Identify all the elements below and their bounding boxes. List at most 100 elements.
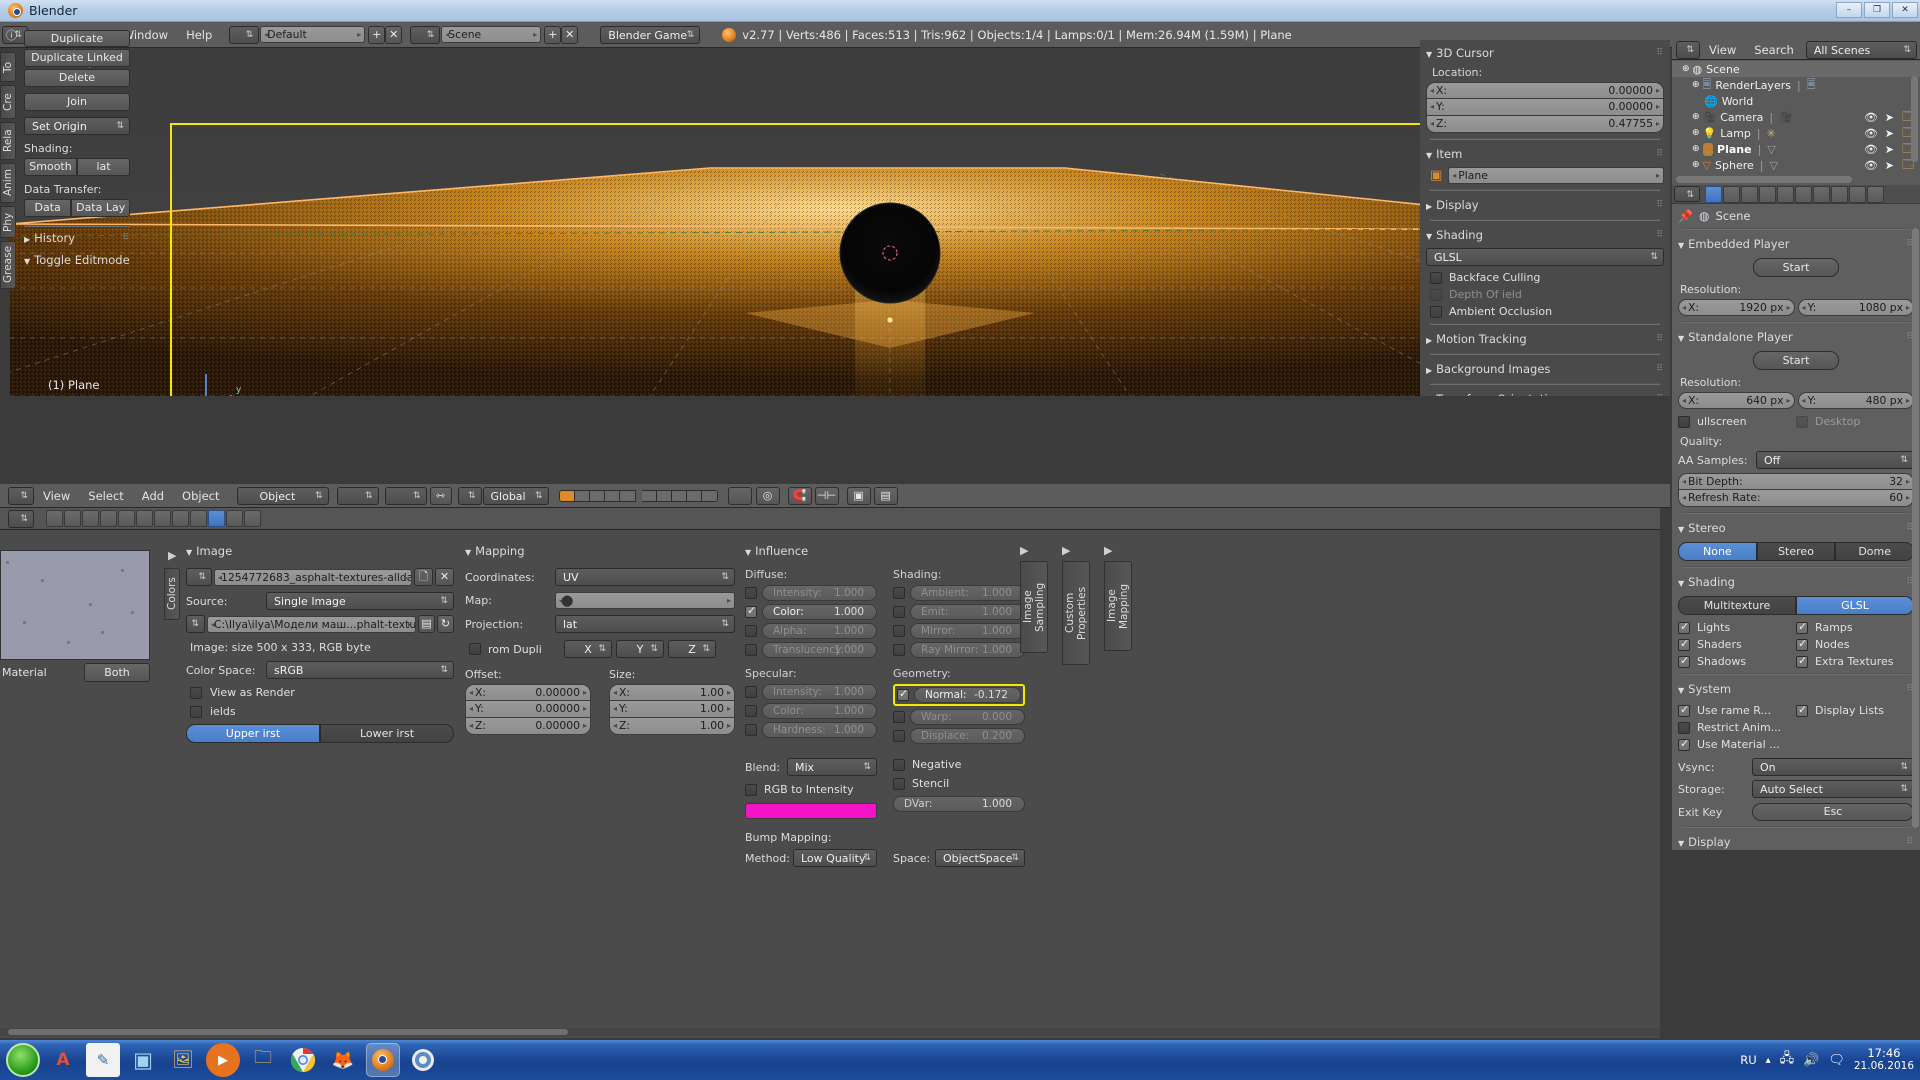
scene-layers-widget[interactable]: [558, 489, 718, 502]
from-dupli-checkbox[interactable]: [469, 643, 481, 655]
interaction-mode-selector[interactable]: Object Mode: [236, 486, 329, 520]
tab-world-icon[interactable]: [1759, 185, 1776, 203]
expand-icon[interactable]: ⊕: [1682, 64, 1690, 74]
projection-dropdown[interactable]: lat: [555, 615, 735, 633]
set-origin-dropdown[interactable]: Set Origin: [24, 117, 130, 135]
diffuse-alpha-slider[interactable]: Alpha: 1.000: [762, 623, 877, 639]
screen-layout-name[interactable]: Default: [260, 26, 366, 43]
shading-ray-mirror-slider[interactable]: Ray Mirror: 1.000: [910, 642, 1025, 658]
shading-emit-checkbox[interactable]: [893, 606, 905, 618]
depth-of-field-checkbox[interactable]: [1430, 288, 1442, 301]
shading-ray-mirror-checkbox[interactable]: [893, 644, 905, 656]
shading-collapse-icon[interactable]: ▼: [1426, 232, 1432, 241]
language-indicator[interactable]: RU: [1740, 1053, 1756, 1067]
vsync-dropdown[interactable]: On: [1752, 758, 1914, 776]
cursor-collapse-icon[interactable]: ▼: [1426, 50, 1432, 59]
specular-color-slider[interactable]: Color: 1.000: [762, 703, 877, 719]
viewport-menu-view[interactable]: View: [34, 487, 79, 505]
stereo-none-button[interactable]: None: [1678, 542, 1757, 561]
stereo-stereo-button[interactable]: Stereo: [1756, 542, 1836, 561]
mapping-panel-collapse-icon[interactable]: ▼: [465, 548, 471, 557]
viewport-shading-selector[interactable]: [336, 486, 379, 505]
motion-tracking-collapse-icon[interactable]: ▶: [1426, 336, 1432, 345]
geometry-displace-checkbox[interactable]: [893, 730, 905, 742]
render-shading-collapse-icon[interactable]: ▼: [1678, 579, 1684, 588]
pack-image-button[interactable]: ▤: [418, 615, 435, 633]
outliner-row-sphere[interactable]: ⊕ ▽ Sphere | ▽ 👁 ➤ 🗔: [1672, 157, 1920, 173]
outliner-hscrollbar[interactable]: [1676, 176, 1852, 183]
color-space-dropdown[interactable]: sRGB: [266, 661, 454, 679]
render-opengl-anim-button[interactable]: ▤: [873, 486, 898, 505]
geometry-warp-checkbox[interactable]: [893, 711, 905, 723]
tab-material-icon[interactable]: [1849, 185, 1866, 203]
stereo-dome-button[interactable]: Dome: [1835, 542, 1915, 561]
item-collapse-icon[interactable]: ▼: [1426, 151, 1432, 160]
upper-first-button[interactable]: Upper irst: [186, 724, 320, 743]
tab-texture-icon[interactable]: [208, 510, 225, 527]
delete-scene-button[interactable]: ✕: [561, 25, 579, 44]
shaders-checkbox[interactable]: [1678, 637, 1690, 651]
tab-data-icon[interactable]: [172, 510, 189, 527]
embedded-resolution-x-field[interactable]: X:1920 px: [1678, 299, 1795, 316]
blend-dropdown[interactable]: Mix: [787, 758, 877, 776]
outliner-vscrollbar[interactable]: [1911, 76, 1918, 162]
tab-texture-icon[interactable]: [1867, 185, 1884, 203]
tab-animation[interactable]: Anim: [0, 163, 16, 203]
colors-panel-collapse-icon[interactable]: ▶: [168, 549, 176, 562]
firefox-icon[interactable]: [406, 1043, 440, 1077]
view-as-render-checkbox[interactable]: [190, 686, 202, 699]
colors-side-tab[interactable]: Colors: [164, 568, 180, 620]
item-name-field[interactable]: Plane: [1448, 167, 1664, 184]
offset-y-field[interactable]: Y:0.00000: [465, 701, 591, 718]
tray-chevron-icon[interactable]: ▴: [1766, 1055, 1771, 1066]
tab-data-icon[interactable]: [1831, 185, 1848, 203]
close-button[interactable]: ✕: [1892, 2, 1918, 18]
snap-during-transform-button[interactable]: ⇿: [429, 486, 452, 505]
taskbar-clock[interactable]: 17:46 21.06.2016: [1854, 1047, 1914, 1073]
properties-vscrollbar[interactable]: [1912, 228, 1919, 828]
lower-first-button[interactable]: Lower irst: [320, 724, 454, 743]
shade-smooth-button[interactable]: Smooth: [24, 158, 77, 176]
tab-tools[interactable]: To: [0, 52, 16, 82]
standalone-resolution-x-field[interactable]: X:640 px: [1678, 392, 1795, 409]
visibility-eye-icon[interactable]: 👁: [1864, 127, 1878, 140]
rgb-to-intensity-checkbox[interactable]: [745, 783, 757, 796]
image-panel-collapse-icon[interactable]: ▼: [186, 548, 192, 557]
diffuse-intensity-slider[interactable]: Intensity: 1.000: [762, 585, 877, 601]
visibility-eye-icon[interactable]: 👁: [1864, 159, 1878, 172]
selectability-cursor-icon[interactable]: ➤: [1885, 127, 1894, 140]
backface-culling-checkbox[interactable]: [1430, 271, 1442, 284]
delete-screen-layout-button[interactable]: ✕: [385, 25, 403, 44]
new-image-button[interactable]: 🗋: [414, 568, 433, 586]
outliner-tree[interactable]: ⊕ ◍ Scene ⊕ 🗏 RenderLayers | 🗏 🌐 World ⊕…: [1672, 60, 1920, 185]
tab-physics[interactable]: Phy: [0, 206, 16, 238]
image-name-field[interactable]: 1254772683_asphalt-textures-allday.jpg: [214, 568, 412, 586]
stereo-collapse-icon[interactable]: ▼: [1678, 525, 1684, 534]
data-transfer-button[interactable]: Data: [24, 199, 72, 217]
use-material-caching-checkbox[interactable]: [1678, 737, 1690, 751]
fields-checkbox[interactable]: [190, 705, 202, 718]
offset-x-field[interactable]: X:0.00000: [465, 684, 591, 701]
image-browse-icon[interactable]: [186, 568, 212, 586]
properties-editor-type-selector[interactable]: [1674, 186, 1700, 204]
multitexture-button[interactable]: Multitexture: [1678, 596, 1796, 615]
image-sampling-tab[interactable]: Image Sampling: [1020, 561, 1048, 653]
background-images-collapse-icon[interactable]: ▶: [1426, 366, 1432, 375]
ambient-occlusion-checkbox[interactable]: [1430, 305, 1442, 318]
storage-dropdown[interactable]: Auto Select: [1752, 780, 1914, 798]
expand-icon[interactable]: ⊕: [1692, 112, 1700, 122]
transform-orientation-selector[interactable]: Global: [482, 486, 549, 505]
tab-scene-icon[interactable]: [1741, 185, 1758, 203]
outliner-display-mode[interactable]: All Scenes: [1805, 40, 1917, 59]
specular-hardness-checkbox[interactable]: [745, 724, 757, 736]
geometry-normal-checkbox[interactable]: [897, 687, 909, 701]
shade-flat-button[interactable]: lat: [77, 158, 130, 176]
embedded-player-collapse-icon[interactable]: ▼: [1678, 241, 1684, 250]
tab-physics-icon[interactable]: [244, 510, 261, 527]
outliner-row-camera[interactable]: ⊕ 🎥 Camera | 🎥 👁 ➤ 🗔: [1672, 109, 1920, 125]
player-icon[interactable]: ▶: [206, 1043, 240, 1077]
render-opengl-button[interactable]: ▣: [846, 486, 871, 505]
shading-mirror-slider[interactable]: Mirror: 1.000: [910, 623, 1025, 639]
selectability-cursor-icon[interactable]: ➤: [1885, 111, 1894, 124]
embedded-player-start-button[interactable]: Start: [1753, 258, 1839, 277]
